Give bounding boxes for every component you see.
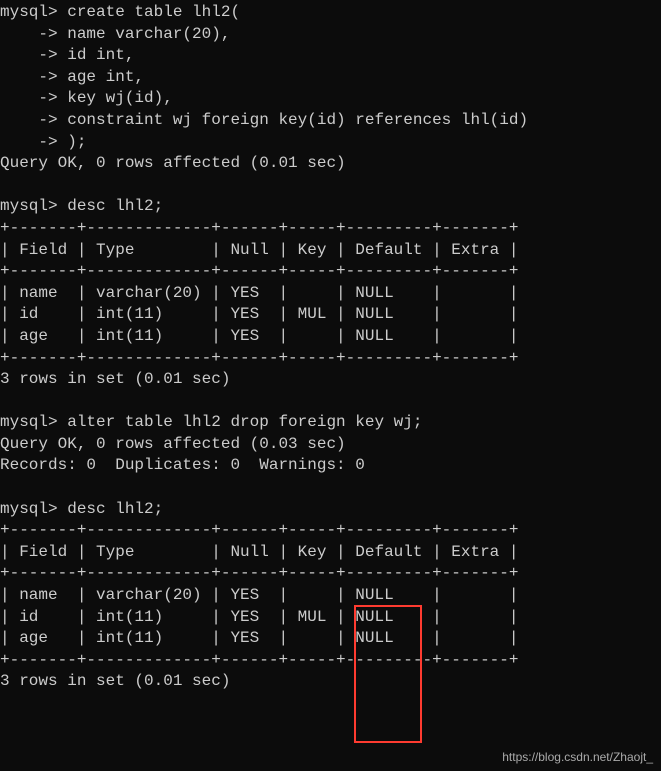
table-row: | age | int(11) | YES | | NULL | | — [0, 629, 518, 647]
table-border: +-------+-------------+------+-----+----… — [0, 564, 518, 582]
table-row: | id | int(11) | YES | MUL | NULL | | — [0, 305, 518, 323]
cont-line: -> key wj(id), — [0, 89, 173, 107]
cont-line: -> ); — [0, 133, 86, 151]
watermark-text: https://blog.csdn.net/Zhaojt_ — [502, 749, 653, 765]
table-border: +-------+-------------+------+-----+----… — [0, 521, 518, 539]
prompt-line: mysql> desc lhl2; — [0, 197, 163, 215]
table-border: +-------+-------------+------+-----+----… — [0, 262, 518, 280]
query-result: Records: 0 Duplicates: 0 Warnings: 0 — [0, 456, 365, 474]
blank-line — [0, 176, 10, 194]
table-footer: 3 rows in set (0.01 sec) — [0, 672, 230, 690]
query-result: Query OK, 0 rows affected (0.01 sec) — [0, 154, 346, 172]
prompt-line: mysql> desc lhl2; — [0, 500, 163, 518]
blank-line — [0, 478, 10, 496]
table-footer: 3 rows in set (0.01 sec) — [0, 370, 230, 388]
table-row: | id | int(11) | YES | MUL | NULL | | — [0, 608, 518, 626]
blank-line — [0, 392, 10, 410]
table-header: | Field | Type | Null | Key | Default | … — [0, 543, 518, 561]
cont-line: -> age int, — [0, 68, 144, 86]
table-row: | name | varchar(20) | YES | | NULL | | — [0, 586, 518, 604]
table-row: | age | int(11) | YES | | NULL | | — [0, 327, 518, 345]
table-border: +-------+-------------+------+-----+----… — [0, 349, 518, 367]
table-border: +-------+-------------+------+-----+----… — [0, 219, 518, 237]
cont-line: -> name varchar(20), — [0, 25, 230, 43]
table-border: +-------+-------------+------+-----+----… — [0, 651, 518, 669]
cont-line: -> constraint wj foreign key(id) referen… — [0, 111, 528, 129]
prompt-line: mysql> alter table lhl2 drop foreign key… — [0, 413, 422, 431]
table-header: | Field | Type | Null | Key | Default | … — [0, 241, 518, 259]
query-result: Query OK, 0 rows affected (0.03 sec) — [0, 435, 346, 453]
cont-line: -> id int, — [0, 46, 134, 64]
prompt-line: mysql> create table lhl2( — [0, 3, 240, 21]
terminal-output: mysql> create table lhl2( -> name varcha… — [0, 0, 661, 695]
table-row: | name | varchar(20) | YES | | NULL | | — [0, 284, 518, 302]
